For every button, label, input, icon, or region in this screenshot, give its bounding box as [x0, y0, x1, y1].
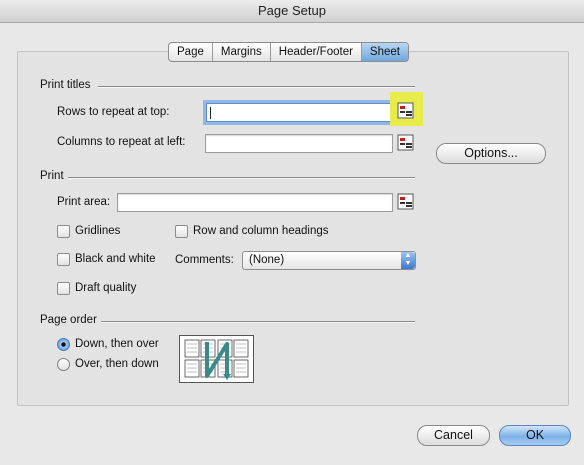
ok-button[interactable]: OK	[499, 425, 571, 446]
chevron-updown-icon: ▲ ▼	[401, 252, 415, 269]
down-then-over-radio[interactable]	[57, 338, 70, 351]
comments-select[interactable]: (None) ▲ ▼	[242, 251, 416, 270]
tab-sheet[interactable]: Sheet	[361, 43, 408, 61]
rows-to-repeat-label: Rows to repeat at top:	[57, 106, 170, 118]
rows-to-repeat-input[interactable]	[206, 103, 392, 122]
page-order-diagram-icon	[184, 339, 249, 380]
row-column-headings-label: Row and column headings	[193, 225, 329, 237]
print-divider	[68, 177, 415, 179]
print-area-label: Print area:	[57, 196, 111, 208]
down-then-over-label: Down, then over	[75, 338, 159, 350]
page-order-divider	[101, 321, 415, 323]
print-area-input[interactable]	[117, 193, 393, 212]
collapse-dialog-icon	[397, 193, 414, 210]
window-title: Page Setup	[0, 0, 584, 23]
tab-margins[interactable]: Margins	[213, 43, 271, 61]
gridlines-label: Gridlines	[75, 225, 121, 237]
comments-label: Comments:	[175, 254, 234, 266]
tab-bar: Page Margins Header/Footer Sheet	[168, 42, 409, 62]
rows-collapse-dialog-button[interactable]	[397, 102, 414, 119]
print-titles-divider	[98, 86, 415, 88]
tab-page[interactable]: Page	[169, 43, 213, 61]
print-titles-heading: Print titles	[40, 79, 91, 91]
options-button[interactable]: Options...	[436, 143, 546, 164]
comments-select-value: (None)	[249, 254, 285, 266]
columns-collapse-dialog-button[interactable]	[397, 134, 414, 151]
columns-to-repeat-input[interactable]	[205, 134, 393, 153]
over-then-down-radio[interactable]	[57, 358, 70, 371]
over-then-down-label: Over, then down	[75, 358, 159, 370]
black-and-white-checkbox[interactable]	[57, 253, 70, 266]
page-order-heading: Page order	[40, 314, 97, 326]
print-heading: Print	[40, 170, 64, 182]
tab-header-footer[interactable]: Header/Footer	[271, 43, 362, 61]
text-caret	[210, 107, 211, 119]
draft-quality-label: Draft quality	[75, 282, 137, 294]
black-and-white-label: Black and white	[75, 253, 156, 265]
row-column-headings-checkbox[interactable]	[175, 225, 188, 238]
page-order-diagram	[179, 335, 254, 383]
print-area-collapse-dialog-button[interactable]	[397, 193, 414, 210]
draft-quality-checkbox[interactable]	[57, 282, 70, 295]
collapse-dialog-icon	[397, 102, 414, 119]
gridlines-checkbox[interactable]	[57, 225, 70, 238]
columns-to-repeat-label: Columns to repeat at left:	[57, 136, 186, 148]
cancel-button[interactable]: Cancel	[417, 425, 490, 446]
collapse-dialog-icon	[397, 134, 414, 151]
